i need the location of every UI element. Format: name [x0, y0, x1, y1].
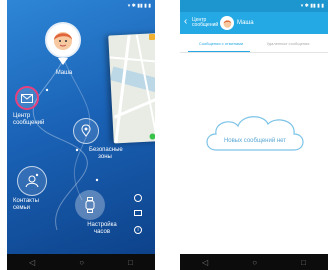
- system-nav-bar: ◁ ○ □: [180, 254, 328, 270]
- home-nav-icon[interactable]: ○: [252, 258, 257, 267]
- tab-label: Сообщения с отменами: [198, 40, 244, 46]
- watch-icon: [85, 197, 95, 213]
- tab-label: Удаленные сообщения: [266, 40, 310, 46]
- recents-nav-icon[interactable]: □: [301, 258, 306, 267]
- map-marker-icon: [149, 34, 155, 40]
- messages-screen: ▾ ✱ ▮▮ ▮ ▮ ‹ Центр сообщений Маша Сообще…: [180, 0, 328, 270]
- location-dot-icon: [149, 133, 155, 140]
- person-icon: [25, 175, 39, 188]
- empty-cloud-icon: [206, 116, 304, 151]
- tab-deleted[interactable]: Удаленные сообщения: [256, 34, 320, 52]
- child-name: Маша: [237, 20, 254, 26]
- toolbar-title: Центр сообщений: [192, 17, 219, 28]
- home-nav-icon[interactable]: ○: [79, 258, 84, 267]
- map-preview[interactable]: [108, 32, 155, 144]
- messages-button[interactable]: [15, 86, 39, 110]
- active-tab-indicator: [188, 51, 250, 52]
- messages-label: Центр сообщений: [13, 113, 45, 126]
- settings-gear-icon[interactable]: [134, 194, 142, 202]
- map-pin-icon: [81, 124, 91, 137]
- safe-zones-button[interactable]: [73, 118, 99, 144]
- child-face-icon: [54, 32, 72, 50]
- avatar-pointer: [58, 58, 68, 65]
- child-face-icon: [223, 19, 231, 28]
- child-name-label: Маша: [55, 70, 73, 76]
- tab-messages[interactable]: Сообщения с отменами: [190, 34, 252, 52]
- status-bar: ▾ ✱ ▮▮ ▮ ▮: [180, 0, 328, 12]
- recents-nav-icon[interactable]: □: [128, 258, 133, 267]
- watch-settings-label: Настройка часов: [87, 222, 117, 235]
- contacts-button[interactable]: [17, 166, 47, 196]
- back-nav-icon[interactable]: ◁: [202, 258, 208, 267]
- system-nav-bar: ◁ ○ □: [7, 254, 155, 270]
- info-icon[interactable]: i: [134, 226, 142, 234]
- contacts-label: Контакты семьи: [13, 198, 39, 211]
- back-nav-icon[interactable]: ◁: [29, 258, 35, 267]
- display-icon[interactable]: [134, 210, 142, 216]
- messages-toolbar: ‹ Центр сообщений Маша: [180, 12, 328, 34]
- empty-state-text: Новых сообщений нет: [223, 138, 287, 144]
- main-menu-screen: ▾ ✱ ▮▮ ▮ ▮ Маша Центр сообщений Безопасн…: [7, 0, 155, 270]
- envelope-icon: [21, 93, 33, 103]
- child-avatar[interactable]: [45, 22, 81, 58]
- message-tabs: Сообщения с отменами Удаленные сообщения: [180, 34, 328, 53]
- back-arrow-icon[interactable]: ‹: [184, 17, 187, 27]
- watch-settings-button[interactable]: [75, 190, 105, 220]
- child-avatar[interactable]: [220, 16, 234, 30]
- safe-zones-label: Безопасные зоны: [89, 147, 123, 160]
